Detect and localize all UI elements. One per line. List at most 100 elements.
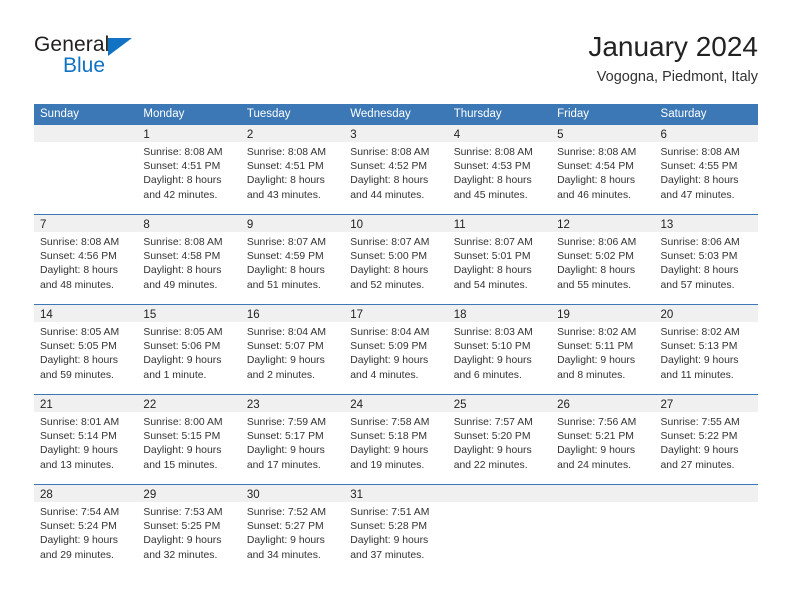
calendar-day-cell[interactable]: 6 Sunrise: 8:08 AM Sunset: 4:55 PM Daylight… xyxy=(654,125,758,214)
calendar-day-cell[interactable]: 10 Sunrise: 8:07 AM Sunset: 5:00 PM Dayligh… xyxy=(344,215,448,304)
day-detail-lines xyxy=(34,142,137,146)
calendar-day-cell[interactable]: 25 Sunrise: 7:57 AM Sunset: 5:20 PM Dayligh… xyxy=(447,395,552,484)
day-detail-line: Sunset: 4:58 PM xyxy=(143,251,221,263)
day-number: 26 xyxy=(557,399,570,411)
day-detail-line: Sunrise: 8:03 AM xyxy=(453,327,533,338)
calendar-day-cell[interactable]: 17 Sunrise: 8:04 AM Sunset: 5:09 PM Dayligh… xyxy=(344,305,448,394)
calendar-week-row: 7 Sunrise: 8:08 AM Sunset: 4:56 PM Daylight… xyxy=(34,214,758,304)
day-detail-line: and 29 minutes. xyxy=(40,549,114,561)
day-detail-line: Daylight: 8 hours xyxy=(557,175,636,187)
day-detail-lines: Sunrise: 8:04 AM Sunset: 5:09 PM Daylight:… xyxy=(344,322,447,383)
day-detail-line: Sunset: 5:13 PM xyxy=(660,341,738,353)
calendar-week-row: 14 Sunrise: 8:05 AM Sunset: 5:05 PM Dayligh… xyxy=(34,304,758,394)
day-detail-lines: Sunrise: 7:57 AM Sunset: 5:20 PM Daylight:… xyxy=(448,412,551,473)
calendar-day-cell[interactable]: 22 Sunrise: 8:00 AM Sunset: 5:15 PM Dayligh… xyxy=(137,395,241,484)
calendar-day-cell[interactable]: 29 Sunrise: 7:53 AM Sunset: 5:25 PM Dayligh… xyxy=(137,485,241,574)
day-number: 4 xyxy=(453,129,461,141)
day-detail-line: and 22 minutes. xyxy=(453,459,528,471)
generalblue-logo: General Blue xyxy=(34,34,244,90)
day-detail-line: and 15 minutes. xyxy=(143,459,218,471)
day-detail-line: Sunrise: 8:06 AM xyxy=(557,237,637,248)
day-detail-line: and 59 minutes. xyxy=(40,369,114,381)
day-detail-line: Sunrise: 8:07 AM xyxy=(246,237,326,248)
calendar-day-cell[interactable]: 23 Sunrise: 7:59 AM Sunset: 5:17 PM Dayligh… xyxy=(240,395,345,484)
day-detail-line: Sunrise: 7:56 AM xyxy=(557,417,637,428)
day-detail-line: Daylight: 9 hours xyxy=(40,445,118,457)
day-detail-lines: Sunrise: 8:05 AM Sunset: 5:05 PM Daylight:… xyxy=(34,322,137,383)
day-number: 2 xyxy=(246,129,254,141)
day-detail-lines: Sunrise: 7:53 AM Sunset: 5:25 PM Daylight:… xyxy=(137,502,240,563)
calendar-day-cell[interactable]: 4 Sunrise: 8:08 AM Sunset: 4:53 PM Daylight… xyxy=(447,125,552,214)
day-detail-line: and 48 minutes. xyxy=(40,279,114,291)
calendar-day-cell[interactable]: 1 Sunrise: 8:08 AM Sunset: 4:51 PM Daylight… xyxy=(137,125,241,214)
day-detail-lines: Sunrise: 8:02 AM Sunset: 5:11 PM Daylight:… xyxy=(551,322,654,383)
calendar-day-cell[interactable]: 19 Sunrise: 8:02 AM Sunset: 5:11 PM Dayligh… xyxy=(551,305,655,394)
day-number: 10 xyxy=(350,219,364,231)
calendar-page: General Blue January 2024 Vogogna, Piedm… xyxy=(0,0,792,612)
calendar-day-cell[interactable]: 27 Sunrise: 7:55 AM Sunset: 5:22 PM Dayligh… xyxy=(654,395,758,484)
calendar-day-cell[interactable]: 26 Sunrise: 7:56 AM Sunset: 5:21 PM Dayligh… xyxy=(551,395,655,484)
day-number-strip: 15 xyxy=(137,305,241,322)
day-number-strip xyxy=(34,125,138,142)
calendar-day-cell[interactable]: 15 Sunrise: 8:05 AM Sunset: 5:06 PM Dayligh… xyxy=(137,305,241,394)
page-title: January 2024 xyxy=(588,31,758,62)
day-number: 6 xyxy=(660,129,667,141)
day-detail-line: Sunset: 5:14 PM xyxy=(40,431,117,443)
day-number: 19 xyxy=(557,309,570,321)
calendar-day-cell[interactable]: 13 Sunrise: 8:06 AM Sunset: 5:03 PM Dayligh… xyxy=(654,215,758,304)
calendar-day-cell[interactable]: 2 Sunrise: 8:08 AM Sunset: 4:51 PM Daylight… xyxy=(240,125,345,214)
calendar-day-cell[interactable]: 21 Sunrise: 8:01 AM Sunset: 5:14 PM Dayligh… xyxy=(34,395,138,484)
day-detail-lines: Sunrise: 8:02 AM Sunset: 5:13 PM Daylight:… xyxy=(655,322,758,383)
day-detail-lines xyxy=(655,502,758,506)
calendar-day-cell[interactable]: 5 Sunrise: 8:08 AM Sunset: 4:54 PM Daylight… xyxy=(551,125,655,214)
day-detail-line: Sunset: 4:53 PM xyxy=(453,161,531,173)
day-number: 14 xyxy=(40,309,53,321)
day-detail-line: and 32 minutes. xyxy=(143,549,218,561)
day-detail-line: and 45 minutes. xyxy=(453,189,528,201)
day-detail-line: Daylight: 8 hours xyxy=(453,265,532,277)
day-detail-line: and 8 minutes. xyxy=(557,369,626,381)
day-number-strip: 12 xyxy=(551,215,655,232)
calendar-day-cell[interactable]: 20 Sunrise: 8:02 AM Sunset: 5:13 PM Dayligh… xyxy=(654,305,758,394)
calendar-day-cell[interactable]: 8 Sunrise: 8:08 AM Sunset: 4:58 PM Daylight… xyxy=(137,215,241,304)
day-number-strip: 19 xyxy=(551,305,655,322)
calendar-day-cell[interactable]: 3 Sunrise: 8:08 AM Sunset: 4:52 PM Daylight… xyxy=(344,125,448,214)
calendar-day-cell[interactable]: 28 Sunrise: 7:54 AM Sunset: 5:24 PM Dayligh… xyxy=(34,485,138,574)
day-number-strip: 11 xyxy=(447,215,552,232)
day-detail-line: Sunset: 5:06 PM xyxy=(143,341,221,353)
day-detail-lines: Sunrise: 7:59 AM Sunset: 5:17 PM Daylight:… xyxy=(241,412,344,473)
calendar-day-cell[interactable]: 7 Sunrise: 8:08 AM Sunset: 4:56 PM Daylight… xyxy=(34,215,138,304)
day-detail-line: Sunrise: 7:52 AM xyxy=(246,507,326,518)
calendar-day-cell[interactable]: 16 Sunrise: 8:04 AM Sunset: 5:07 PM Dayligh… xyxy=(240,305,345,394)
day-detail-line: Sunrise: 8:07 AM xyxy=(453,237,533,248)
day-number: 5 xyxy=(557,129,564,141)
calendar-day-cell[interactable]: 9 Sunrise: 8:07 AM Sunset: 4:59 PM Daylight… xyxy=(240,215,345,304)
day-detail-lines: Sunrise: 7:54 AM Sunset: 5:24 PM Daylight:… xyxy=(34,502,137,563)
weekday-header-row: Sunday Monday Tuesday Wednesday Thursday Frid… xyxy=(34,104,758,125)
weekday-header-thursday: Thursday xyxy=(453,108,502,120)
day-detail-line: Sunrise: 7:58 AM xyxy=(350,417,430,428)
calendar-day-cell[interactable]: 24 Sunrise: 7:58 AM Sunset: 5:18 PM Dayligh… xyxy=(344,395,448,484)
calendar-day-cell[interactable]: 14 Sunrise: 8:05 AM Sunset: 5:05 PM Dayligh… xyxy=(34,305,138,394)
day-detail-line: Sunrise: 8:08 AM xyxy=(143,147,223,158)
weekday-header-friday: Friday xyxy=(557,108,590,120)
calendar-day-cell[interactable]: 11 Sunrise: 8:07 AM Sunset: 5:01 PM Dayligh… xyxy=(447,215,552,304)
day-detail-lines: Sunrise: 8:08 AM Sunset: 4:58 PM Daylight:… xyxy=(137,232,240,293)
day-detail-line: Sunset: 5:22 PM xyxy=(660,431,738,443)
day-number: 27 xyxy=(660,399,674,411)
day-detail-lines: Sunrise: 7:52 AM Sunset: 5:27 PM Daylight:… xyxy=(241,502,344,563)
calendar-week-row: 21 Sunrise: 8:01 AM Sunset: 5:14 PM Dayligh… xyxy=(34,394,758,484)
calendar-day-cell[interactable]: 18 Sunrise: 8:03 AM Sunset: 5:10 PM Dayligh… xyxy=(447,305,552,394)
day-number-strip: 22 xyxy=(137,395,241,412)
day-detail-lines xyxy=(448,502,551,506)
day-detail-line: Sunset: 5:15 PM xyxy=(143,431,221,443)
day-number-strip: 26 xyxy=(551,395,655,412)
day-detail-line: Daylight: 9 hours xyxy=(143,535,222,547)
calendar-day-cell[interactable]: 12 Sunrise: 8:06 AM Sunset: 5:02 PM Dayligh… xyxy=(551,215,655,304)
day-detail-line: and 11 minutes. xyxy=(660,369,734,381)
calendar-day-cell[interactable]: 30 Sunrise: 7:52 AM Sunset: 5:27 PM Dayligh… xyxy=(240,485,345,574)
calendar-day-cell[interactable]: 31 Sunrise: 7:51 AM Sunset: 5:28 PM Dayligh… xyxy=(344,485,448,574)
day-detail-line: Daylight: 9 hours xyxy=(350,445,429,457)
day-number: 20 xyxy=(660,309,674,321)
day-number: 31 xyxy=(350,489,364,501)
